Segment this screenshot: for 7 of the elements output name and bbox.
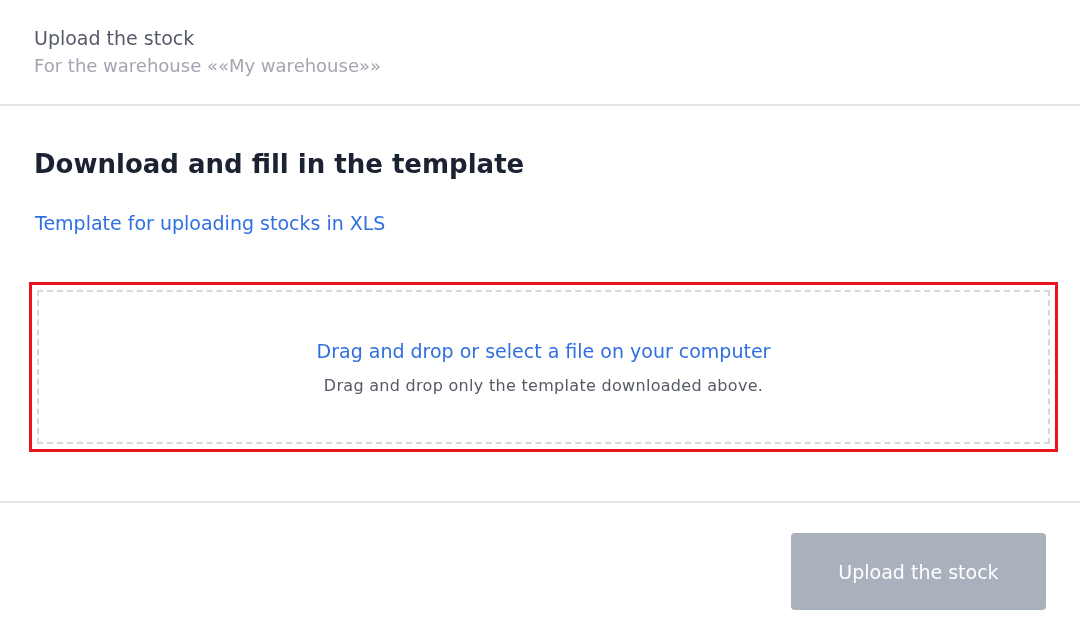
dialog-title: Upload the stock	[34, 26, 196, 51]
drop-zone-hint: Drag and drop only the template downloaded above.	[323, 375, 764, 395]
drop-zone-title: Drag and drop or select a file on your computer	[316, 339, 771, 362]
template-link[interactable]: Template for uploading stocks in XLS	[35, 210, 386, 236]
file-drop-zone[interactable]: Drag and drop or select a file on your computer Drag and drop only the template downloaded above.	[37, 290, 1050, 444]
dialog-subtitle: For the warehouse ««My warehouse»»	[34, 54, 382, 78]
section-heading: Download and fill in the template	[34, 148, 526, 180]
